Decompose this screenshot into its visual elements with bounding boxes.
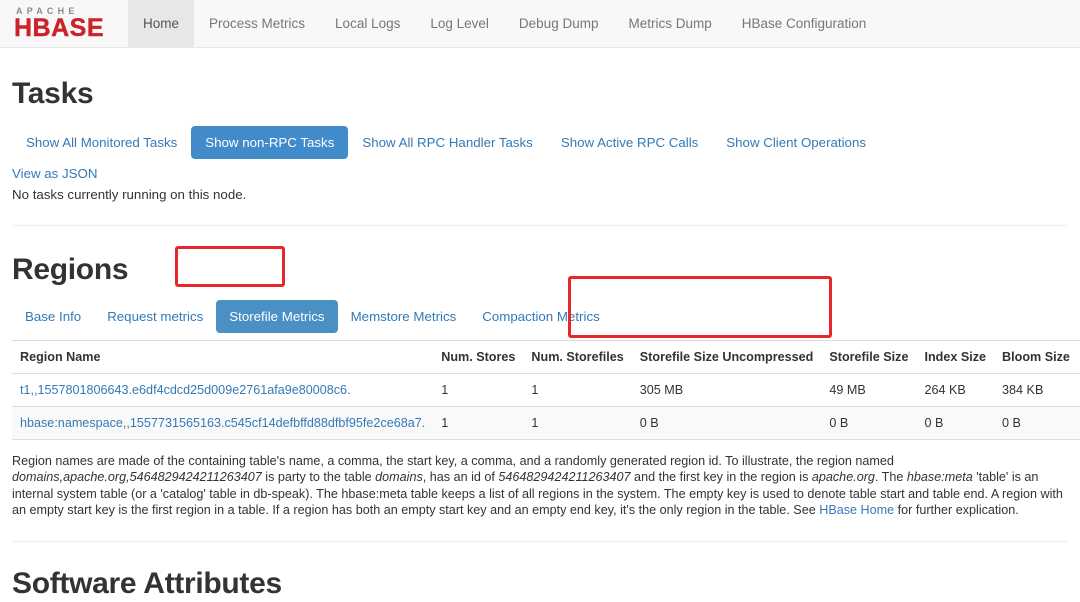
- column-header-storefile-size: Storefile Size: [821, 341, 916, 374]
- explanation-hbase-meta: hbase:meta: [907, 470, 973, 484]
- regions-tab-group: Base Info Request metrics Storefile Metr…: [12, 300, 1068, 333]
- cell-num-storefiles: 1: [523, 407, 631, 440]
- cell-region-name: t1,,1557801806643.e6df4cdcd25d009e2761af…: [12, 374, 433, 407]
- regions-table-header-row: Region Name Num. Stores Num. Storefiles …: [12, 341, 1080, 374]
- tasks-empty-message: No tasks currently running on this node.: [12, 186, 1068, 203]
- tab-base-info[interactable]: Base Info: [12, 300, 94, 333]
- column-header-bloom-size: Bloom Size: [994, 341, 1078, 374]
- explanation-part-7: for further explication.: [894, 503, 1019, 517]
- tasks-heading: Tasks: [12, 76, 1068, 112]
- explanation-region-id: 5464829424211263407: [498, 470, 630, 484]
- nav-item-home[interactable]: Home: [128, 0, 194, 47]
- region-link[interactable]: t1,,1557801806643.e6df4cdcd25d009e2761af…: [20, 383, 351, 397]
- page-container: Tasks Show All Monitored Tasks Show non-…: [0, 76, 1080, 602]
- cell-bloom-size: 0 B: [994, 407, 1078, 440]
- region-link[interactable]: hbase:namespace,,1557731565163.c545cf14d…: [20, 416, 425, 430]
- tab-storefile-metrics[interactable]: Storefile Metrics: [216, 300, 337, 333]
- software-attributes-heading: Software Attributes: [12, 566, 1068, 602]
- tasks-filter-show-client-operations[interactable]: Show Client Operations: [712, 126, 880, 159]
- tab-memstore-metrics[interactable]: Memstore Metrics: [338, 300, 470, 333]
- regions-table-head: Region Name Num. Stores Num. Storefiles …: [12, 341, 1080, 374]
- tasks-regions-divider: [12, 225, 1068, 226]
- regions-table: Region Name Num. Stores Num. Storefiles …: [12, 340, 1080, 440]
- cell-num-stores: 1: [433, 374, 523, 407]
- nav-item-hbase-configuration[interactable]: HBase Configuration: [727, 0, 882, 47]
- cell-region-name: hbase:namespace,,1557731565163.c545cf14d…: [12, 407, 433, 440]
- explanation-first-key: apache.org: [812, 470, 875, 484]
- tab-compaction-metrics[interactable]: Compaction Metrics: [469, 300, 613, 333]
- nav-item-log-level[interactable]: Log Level: [415, 0, 504, 47]
- cell-index-size: 0 B: [916, 407, 994, 440]
- hbase-logo[interactable]: APACHE HBASE: [10, 0, 128, 47]
- view-as-json-link[interactable]: View as JSON: [12, 166, 97, 182]
- tasks-filter-show-all-monitored[interactable]: Show All Monitored Tasks: [12, 126, 191, 159]
- tab-request-metrics[interactable]: Request metrics: [94, 300, 216, 333]
- column-header-storefile-size-uncompressed: Storefile Size Uncompressed: [632, 341, 822, 374]
- regions-heading: Regions: [12, 252, 1068, 288]
- nav-item-debug-dump[interactable]: Debug Dump: [504, 0, 614, 47]
- cell-storefile-size-uncompressed: 305 MB: [632, 374, 822, 407]
- cell-num-storefiles: 1: [523, 374, 631, 407]
- column-header-num-storefiles: Num. Storefiles: [523, 341, 631, 374]
- regions-table-body: t1,,1557801806643.e6df4cdcd25d009e2761af…: [12, 374, 1080, 440]
- explanation-example-region: domains,apache.org,5464829424211263407: [12, 470, 262, 484]
- nav-item-local-logs[interactable]: Local Logs: [320, 0, 415, 47]
- regions-software-divider: [12, 541, 1068, 542]
- cell-num-stores: 1: [433, 407, 523, 440]
- cell-bloom-size: 384 KB: [994, 374, 1078, 407]
- explanation-table-name: domains: [375, 470, 423, 484]
- navbar-menu: Home Process Metrics Local Logs Log Leve…: [128, 0, 881, 47]
- table-row: t1,,1557801806643.e6df4cdcd25d009e2761af…: [12, 374, 1080, 407]
- tasks-filter-show-all-rpc-handler[interactable]: Show All RPC Handler Tasks: [348, 126, 546, 159]
- nav-item-metrics-dump[interactable]: Metrics Dump: [613, 0, 726, 47]
- cell-storefile-size: 0 B: [821, 407, 916, 440]
- explanation-part-3: , has an id of: [423, 470, 499, 484]
- explanation-part-5: . The: [875, 470, 907, 484]
- column-header-index-size: Index Size: [916, 341, 994, 374]
- top-navbar: APACHE HBASE Home Process Metrics Local …: [0, 0, 1080, 48]
- tasks-filter-show-active-rpc-calls[interactable]: Show Active RPC Calls: [547, 126, 712, 159]
- cell-storefile-size: 49 MB: [821, 374, 916, 407]
- column-header-region-name: Region Name: [12, 341, 433, 374]
- hbase-home-link[interactable]: HBase Home: [819, 503, 894, 517]
- cell-storefile-size-uncompressed: 0 B: [632, 407, 822, 440]
- cell-index-size: 264 KB: [916, 374, 994, 407]
- regions-explanation: Region names are made of the containing …: [12, 453, 1068, 519]
- logo-hbase-text: HBASE: [14, 16, 114, 41]
- explanation-part-1: Region names are made of the containing …: [12, 454, 894, 468]
- explanation-part-2: is party to the table: [262, 470, 375, 484]
- tasks-filter-show-non-rpc[interactable]: Show non-RPC Tasks: [191, 126, 348, 159]
- column-header-num-stores: Num. Stores: [433, 341, 523, 374]
- tasks-filter-group: Show All Monitored Tasks Show non-RPC Ta…: [12, 126, 1068, 159]
- nav-item-process-metrics[interactable]: Process Metrics: [194, 0, 320, 47]
- table-row: hbase:namespace,,1557731565163.c545cf14d…: [12, 407, 1080, 440]
- explanation-part-4: and the first key in the region is: [631, 470, 812, 484]
